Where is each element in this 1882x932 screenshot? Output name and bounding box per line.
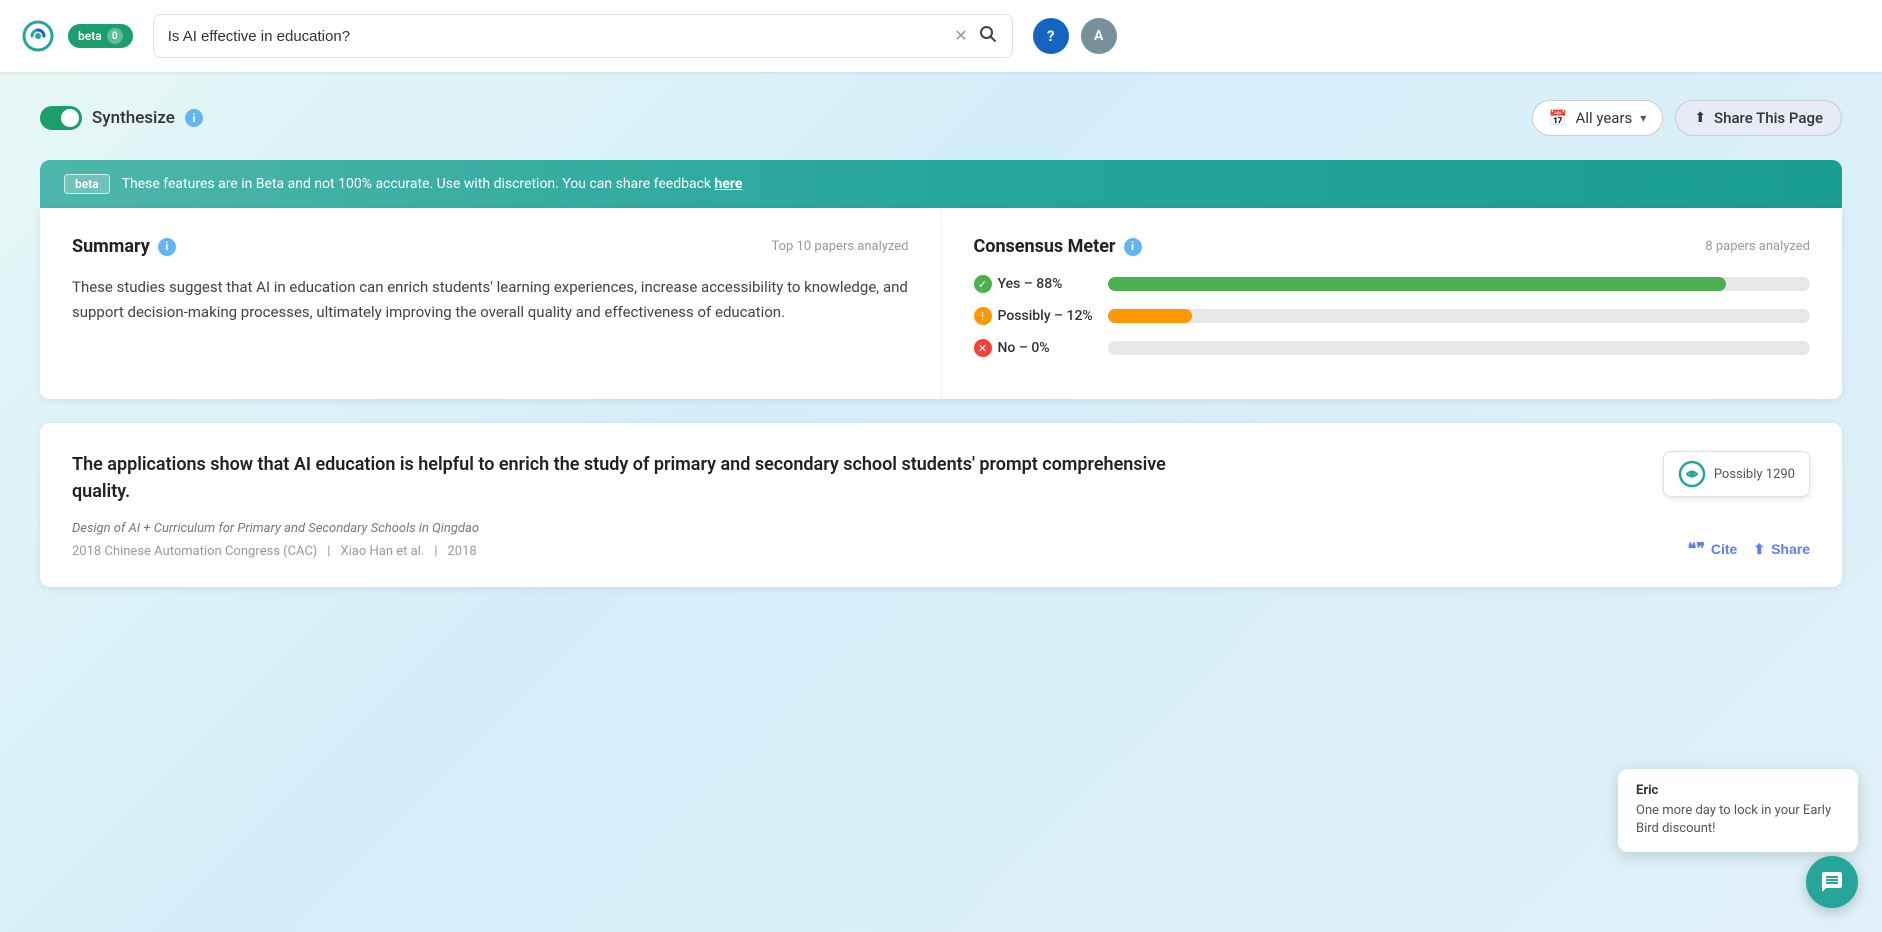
possibly-label: Possibly – 12% [998,308,1093,324]
year-filter-label: All years [1576,109,1633,127]
yes-bar-fill [1108,277,1726,291]
consensus-label-possibly: ! Possibly – 12% [974,307,1094,325]
synthesize-info-icon[interactable]: i [185,109,203,127]
possibly-badge-label: Possibly 1290 [1714,467,1795,482]
possibly-bar-fill [1108,309,1192,323]
paper-author: Xiao Han et al. [340,544,424,559]
chat-notification-message: One more day to lock in your Early Bird … [1636,802,1840,838]
help-label: ? [1047,27,1054,45]
synthesis-card: Summary i Top 10 papers analyzed These s… [40,208,1842,399]
share-page-button[interactable]: ⬆ Share This Page [1675,100,1842,136]
summary-papers-count: Top 10 papers analyzed [771,239,908,254]
avatar[interactable]: A [1081,18,1117,54]
topbar-right: ? A [1033,18,1117,54]
paper-card: The applications show that AI education … [40,423,1842,587]
share-up-icon: ⬆ [1694,110,1706,126]
summary-title: Summary [72,236,150,257]
no-dot: ✕ [974,339,992,357]
logo-icon[interactable] [20,18,56,54]
banner-message: These features are in Beta and not 100% … [122,176,743,192]
summary-info-icon[interactable]: i [158,238,176,256]
paper-actions: ❝❞ Cite ⬆ Share [1688,539,1810,559]
year-filter-button[interactable]: 📅 All years ▾ [1532,100,1663,136]
summary-header: Summary i Top 10 papers analyzed [72,236,909,257]
search-icon[interactable] [978,24,998,49]
share-paper-label: Share [1771,541,1810,557]
controls-row: Synthesize i 📅 All years ▾ ⬆ Share This … [40,100,1842,136]
consensus-row-yes: ✓ Yes – 88% [974,275,1811,293]
summary-section: Summary i Top 10 papers analyzed These s… [40,208,942,399]
topbar: beta 0 ✕ ? A [0,0,1882,72]
yes-dot: ✓ [974,275,992,293]
synthesize-toggle[interactable]: Synthesize i [40,106,203,130]
controls-right: 📅 All years ▾ ⬆ Share This Page [1532,100,1842,136]
banner-feedback-link[interactable]: here [715,176,743,192]
consensus-header: Consensus Meter i 8 papers analyzed [974,236,1811,257]
toggle-switch[interactable] [40,106,82,130]
calendar-icon: 📅 [1549,109,1568,127]
possibly-dot: ! [974,307,992,325]
possibly-bar-bg [1108,309,1811,323]
search-input[interactable] [168,28,955,45]
synthesize-label: Synthesize [92,108,175,128]
possibly-icon [1678,460,1706,488]
paper-meta-title: Design of AI + Curriculum for Primary an… [72,521,1810,536]
share-paper-button[interactable]: ⬆ Share [1753,541,1810,558]
chat-notification-name: Eric [1636,783,1840,798]
summary-title-group: Summary i [72,236,176,257]
beta-badge[interactable]: beta 0 [68,24,133,48]
consensus-title-group: Consensus Meter i [974,236,1142,257]
no-label: No – 0% [998,340,1050,356]
chat-fab-icon [1820,870,1844,894]
chat-notification[interactable]: Eric One more day to lock in your Early … [1618,769,1858,852]
paper-journal: 2018 Chinese Automation Congress (CAC) [72,544,317,559]
search-container: ✕ [153,14,1013,58]
synthesis-block: beta These features are in Beta and not … [40,160,1842,399]
avatar-label: A [1094,28,1103,44]
consensus-label-no: ✕ No – 0% [974,339,1094,357]
consensus-section: Consensus Meter i 8 papers analyzed ✓ Ye… [942,208,1843,399]
consensus-title: Consensus Meter [974,236,1116,257]
share-page-label: Share This Page [1714,109,1823,127]
chevron-down-icon: ▾ [1640,111,1646,125]
separator-1: | [327,544,330,559]
help-button[interactable]: ? [1033,18,1069,54]
consensus-row-possibly: ! Possibly – 12% [974,307,1811,325]
search-clear-icon[interactable]: ✕ [954,28,967,44]
no-bar-bg [1108,341,1811,355]
summary-text: These studies suggest that AI in educati… [72,275,909,325]
yes-bar-bg [1108,277,1811,291]
cite-label: Cite [1711,541,1737,557]
paper-year: 2018 [447,544,476,559]
separator-2: | [434,544,437,559]
banner-beta-badge: beta [64,174,110,194]
consensus-label-yes: ✓ Yes – 88% [974,275,1094,293]
paper-quote: The applications show that AI education … [72,451,1172,505]
consensus-info-icon[interactable]: i [1124,238,1142,256]
consensus-papers-count: 8 papers analyzed [1705,239,1810,254]
main-content: Synthesize i 📅 All years ▾ ⬆ Share This … [0,72,1882,615]
cite-icon: ❝❞ [1688,539,1705,559]
paper-meta-row: 2018 Chinese Automation Congress (CAC) |… [72,544,1810,559]
consensus-row-no: ✕ No – 0% [974,339,1811,357]
yes-label: Yes – 88% [998,276,1063,292]
chat-fab-button[interactable] [1806,856,1858,908]
cite-button[interactable]: ❝❞ Cite [1688,539,1738,559]
possibly-badge: Possibly 1290 [1663,451,1810,497]
beta-badge-label: beta [78,29,102,43]
beta-banner: beta These features are in Beta and not … [40,160,1842,208]
beta-count: 0 [107,28,123,44]
share-paper-icon: ⬆ [1753,541,1765,558]
